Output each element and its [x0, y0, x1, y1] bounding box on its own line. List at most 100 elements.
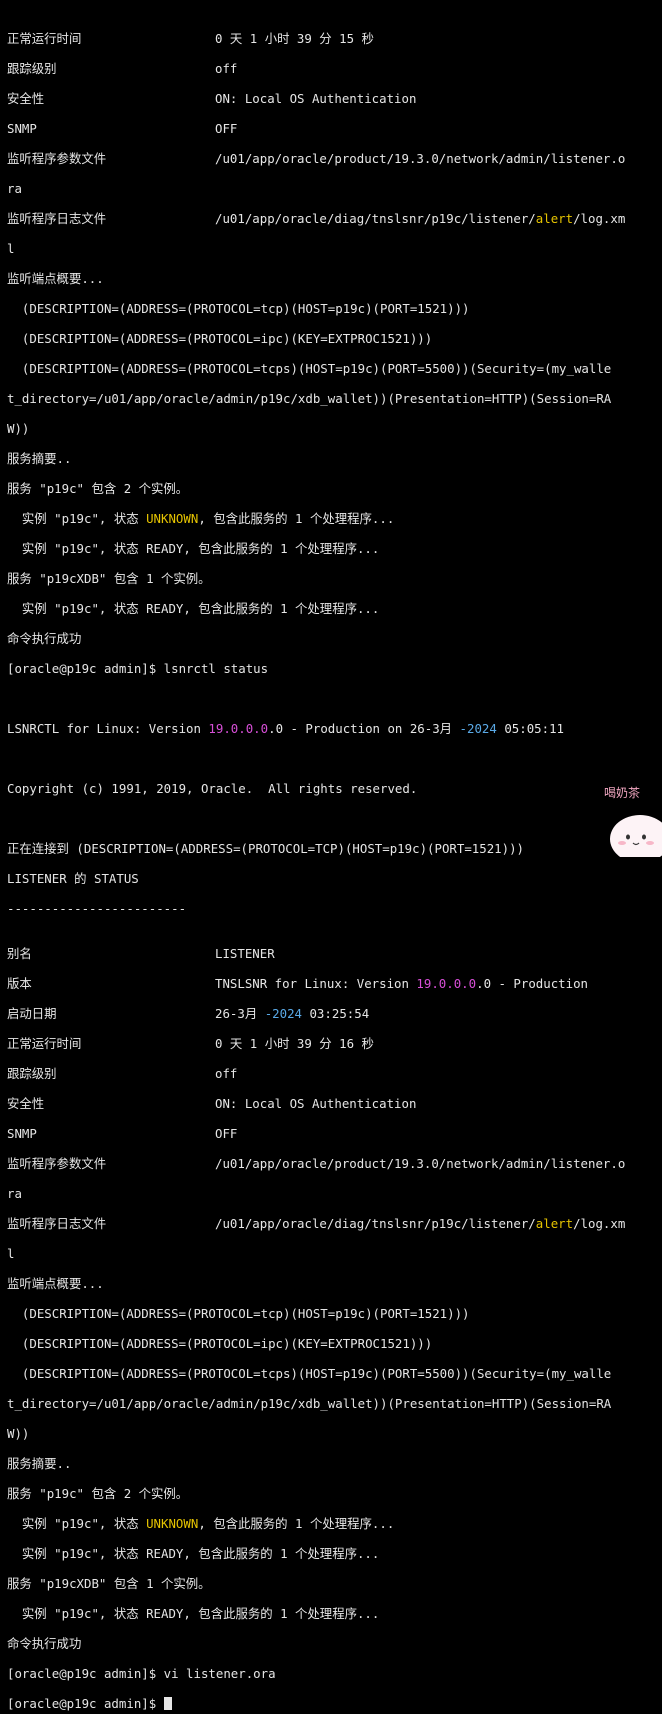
start-date-prefix: 26-3月	[215, 1006, 265, 1021]
security-row: 安全性 ON: Local OS Authentication	[7, 1096, 662, 1111]
instance-status-unknown: UNKNOWN	[146, 511, 199, 526]
param-file-wrap: ra	[7, 1186, 22, 1201]
log-file-alert: alert	[535, 211, 574, 226]
trace-value: off	[215, 61, 238, 76]
trace-row: 跟踪级别 off	[7, 1066, 662, 1081]
instance-line: 实例 "p19c", 状态 UNKNOWN, 包含此服务的 1 个处理程序...	[7, 1516, 662, 1531]
trace-value: off	[215, 1066, 238, 1081]
endpoint-line: (DESCRIPTION=(ADDRESS=(PROTOCOL=tcps)(HO…	[7, 361, 612, 376]
connecting-line: 正在连接到 (DESCRIPTION=(ADDRESS=(PROTOCOL=TC…	[7, 841, 525, 856]
instance-suffix: , 包含此服务的 1 个处理程序...	[198, 1516, 395, 1531]
alias-row: 别名 LISTENER	[7, 946, 662, 961]
banner-version: 19.0.0.0	[208, 721, 269, 736]
instance-line: 实例 "p19c", 状态 READY, 包含此服务的 1 个处理程序...	[7, 1606, 380, 1621]
service-line: 服务 "p19c" 包含 2 个实例。	[7, 481, 189, 496]
log-file-row: 监听程序日志文件/u01/app/oracle/diag/tnslsnr/p19…	[7, 211, 662, 226]
version-row: 版本 TNSLSNR for Linux: Version 19.0.0.0.0 …	[7, 976, 662, 991]
lsnrctl-banner: LSNRCTL for Linux: Version 19.0.0.0.0 - …	[7, 721, 662, 736]
service-line: 服务 "p19cXDB" 包含 1 个实例。	[7, 571, 211, 586]
log-file-wrap: l	[7, 241, 15, 256]
start-date-label: 启动日期	[7, 1006, 57, 1021]
uptime-label: 正常运行时间	[7, 31, 82, 46]
command-success: 命令执行成功	[7, 1636, 82, 1651]
endpoints-title: 监听端点概要...	[7, 271, 104, 286]
endpoint-line: t_directory=/u01/app/oracle/admin/p19c/x…	[7, 1396, 612, 1411]
snmp-row: SNMP OFF	[7, 1126, 662, 1141]
version-prefix: TNSLSNR for Linux: Version	[215, 976, 417, 991]
start-date-row: 启动日期 26-3月 -2024 03:25:54	[7, 1006, 662, 1021]
endpoint-line: t_directory=/u01/app/oracle/admin/p19c/x…	[7, 391, 612, 406]
snmp-value: OFF	[215, 1126, 238, 1141]
param-file-value: /u01/app/oracle/product/19.3.0/network/a…	[215, 151, 626, 166]
instance-prefix: 实例 "p19c", 状态	[7, 1516, 147, 1531]
trace-row: 跟踪级别 off	[7, 61, 662, 76]
uptime-value: 0 天 1 小时 39 分 15 秒	[215, 31, 374, 46]
log-file-wrap: l	[7, 1246, 15, 1261]
security-label: 安全性	[7, 1096, 45, 1111]
prompt-line: [oracle@p19c admin]$ vi listener.ora	[7, 1666, 276, 1681]
instance-line: 实例 "p19c", 状态 READY, 包含此服务的 1 个处理程序...	[7, 1546, 380, 1561]
instance-line: 实例 "p19c", 状态 READY, 包含此服务的 1 个处理程序...	[7, 541, 380, 556]
log-file-alert: alert	[535, 1216, 574, 1231]
instance-line: 实例 "p19c", 状态 READY, 包含此服务的 1 个处理程序...	[7, 601, 380, 616]
service-line: 服务 "p19c" 包含 2 个实例。	[7, 1486, 189, 1501]
uptime-row: 正常运行时间 0 天 1 小时 39 分 15 秒	[7, 31, 662, 46]
version-number: 19.0.0.0	[416, 976, 477, 991]
endpoint-line: (DESCRIPTION=(ADDRESS=(PROTOCOL=ipc)(KEY…	[7, 331, 433, 346]
log-file-prefix: /u01/app/oracle/diag/tnslsnr/p19c/listen…	[215, 1216, 536, 1231]
endpoint-line: (DESCRIPTION=(ADDRESS=(PROTOCOL=tcp)(HOS…	[7, 301, 470, 316]
banner-prefix: LSNRCTL for Linux: Version	[7, 721, 209, 736]
start-date-year: -2024	[264, 1006, 303, 1021]
param-file-value: /u01/app/oracle/product/19.3.0/network/a…	[215, 1156, 626, 1171]
param-file-label: 监听程序参数文件	[7, 1156, 107, 1171]
snmp-label: SNMP	[7, 121, 37, 136]
param-file-row: 监听程序参数文件/u01/app/oracle/product/19.3.0/n…	[7, 151, 662, 166]
param-file-row: 监听程序参数文件/u01/app/oracle/product/19.3.0/n…	[7, 1156, 662, 1171]
endpoint-line: (DESCRIPTION=(ADDRESS=(PROTOCOL=ipc)(KEY…	[7, 1336, 433, 1351]
version-suffix: .0 - Production	[476, 976, 589, 991]
prompt-line: [oracle@p19c admin]$ lsnrctl status	[7, 661, 269, 676]
snmp-label: SNMP	[7, 1126, 37, 1141]
watermark-mascot: 喝奶茶	[600, 785, 662, 863]
endpoint-line: W))	[7, 1426, 30, 1441]
separator-line: ------------------------	[7, 901, 187, 916]
log-file-suffix: /log.xm	[573, 211, 626, 226]
security-row: 安全性 ON: Local OS Authentication	[7, 91, 662, 106]
instance-prefix: 实例 "p19c", 状态	[7, 511, 147, 526]
command-success: 命令执行成功	[7, 631, 82, 646]
prompt-text: [oracle@p19c admin]$	[7, 1696, 164, 1711]
param-file-wrap: ra	[7, 181, 22, 196]
instance-status-unknown: UNKNOWN	[146, 1516, 199, 1531]
security-value: ON: Local OS Authentication	[215, 91, 417, 106]
log-file-label: 监听程序日志文件	[7, 211, 107, 226]
uptime-row: 正常运行时间 0 天 1 小时 39 分 16 秒	[7, 1036, 662, 1051]
banner-year: -2024	[459, 721, 497, 736]
log-file-prefix: /u01/app/oracle/diag/tnslsnr/p19c/listen…	[215, 211, 536, 226]
endpoint-line: (DESCRIPTION=(ADDRESS=(PROTOCOL=tcp)(HOS…	[7, 1306, 470, 1321]
start-date-time: 03:25:54	[302, 1006, 370, 1021]
active-prompt-line[interactable]: [oracle@p19c admin]$	[7, 1696, 662, 1711]
version-label: 版本	[7, 976, 32, 991]
alias-label: 别名	[7, 946, 32, 961]
snmp-value: OFF	[215, 121, 238, 136]
log-file-row: 监听程序日志文件/u01/app/oracle/diag/tnslsnr/p19…	[7, 1216, 662, 1231]
banner-time: 05:05:11	[496, 721, 564, 736]
banner-mid: .0 - Production on 26-3月	[268, 721, 460, 736]
snmp-row: SNMP OFF	[7, 121, 662, 136]
terminal-output[interactable]: 正常运行时间 0 天 1 小时 39 分 15 秒 跟踪级别 off 安全性 ON: …	[7, 0, 662, 1714]
security-value: ON: Local OS Authentication	[215, 1096, 417, 1111]
watermark-text: 喝奶茶	[604, 785, 640, 800]
security-label: 安全性	[7, 91, 45, 106]
mascot-icon: 喝奶茶	[604, 785, 662, 863]
endpoint-line: (DESCRIPTION=(ADDRESS=(PROTOCOL=tcps)(HO…	[7, 1366, 612, 1381]
services-title: 服务摘要..	[7, 451, 72, 466]
trace-label: 跟踪级别	[7, 1066, 57, 1081]
uptime-value: 0 天 1 小时 39 分 16 秒	[215, 1036, 374, 1051]
log-file-label: 监听程序日志文件	[7, 1216, 107, 1231]
trace-label: 跟踪级别	[7, 61, 57, 76]
status-title: LISTENER 的 STATUS	[7, 871, 139, 886]
param-file-label: 监听程序参数文件	[7, 151, 107, 166]
